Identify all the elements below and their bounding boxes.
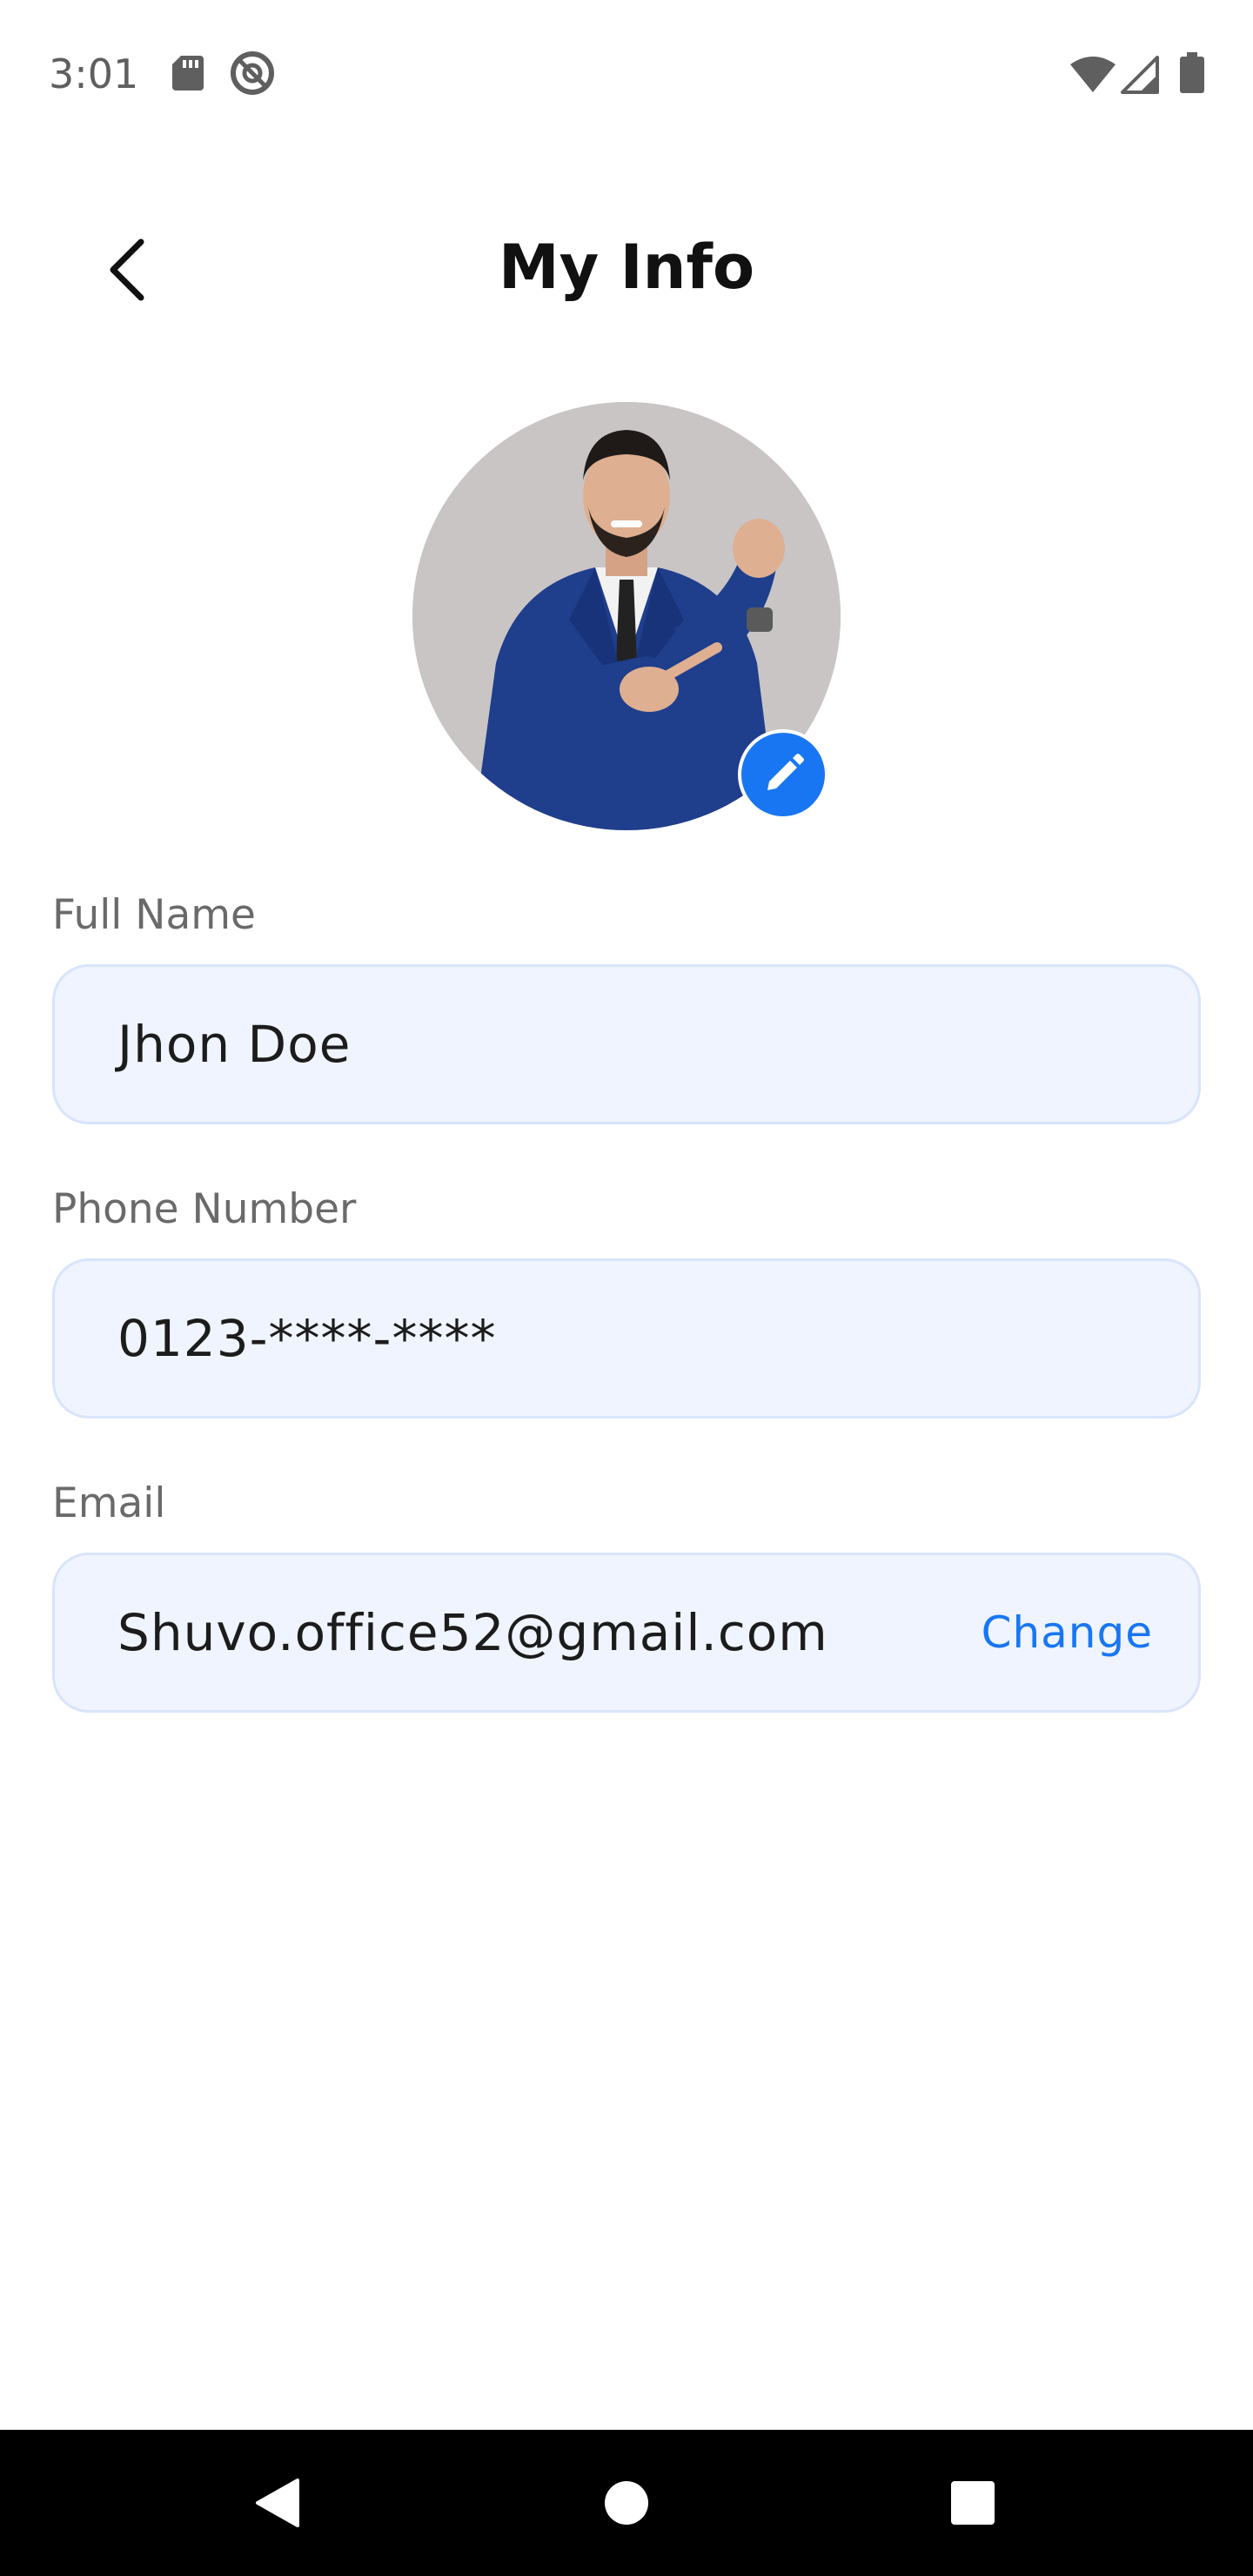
recents-square-icon xyxy=(951,2481,995,2525)
phone-number-label: Phone Number xyxy=(52,1185,357,1233)
do-not-disturb-icon xyxy=(231,51,274,95)
full-name-value: Jhon Doe xyxy=(117,1015,352,1074)
email-value: Shuvo.office52@gmail.com xyxy=(117,1603,828,1662)
my-info-screen: 3:01 My Info Full Name Jhon Doe Phone Nu… xyxy=(0,0,1253,2576)
full-name-label: Full Name xyxy=(52,891,256,939)
pencil-icon xyxy=(767,754,804,790)
system-nav-bar xyxy=(0,2430,1253,2576)
back-triangle-icon xyxy=(256,2479,299,2527)
page-title: My Info xyxy=(498,231,755,303)
email-label: Email xyxy=(52,1479,166,1527)
sd-card-icon xyxy=(172,56,204,91)
battery-icon xyxy=(1180,52,1204,93)
nav-recents-button[interactable] xyxy=(903,2430,1042,2576)
phone-number-field[interactable]: 0123-****-**** xyxy=(52,1258,1201,1419)
status-time: 3:01 xyxy=(49,50,139,97)
change-email-button[interactable]: Change xyxy=(982,1555,1153,1710)
status-bar: 3:01 xyxy=(0,0,1253,148)
phone-number-value: 0123-****-**** xyxy=(117,1309,497,1368)
wifi-icon xyxy=(1070,57,1116,92)
nav-home-button[interactable] xyxy=(557,2430,696,2576)
nav-back-button[interactable] xyxy=(207,2430,346,2576)
full-name-field[interactable]: Jhon Doe xyxy=(52,964,1201,1124)
home-circle-icon xyxy=(605,2481,648,2525)
edit-avatar-button[interactable] xyxy=(738,729,828,820)
email-field[interactable]: Shuvo.office52@gmail.com Change xyxy=(52,1553,1201,1713)
cell-signal-icon xyxy=(1121,56,1159,94)
